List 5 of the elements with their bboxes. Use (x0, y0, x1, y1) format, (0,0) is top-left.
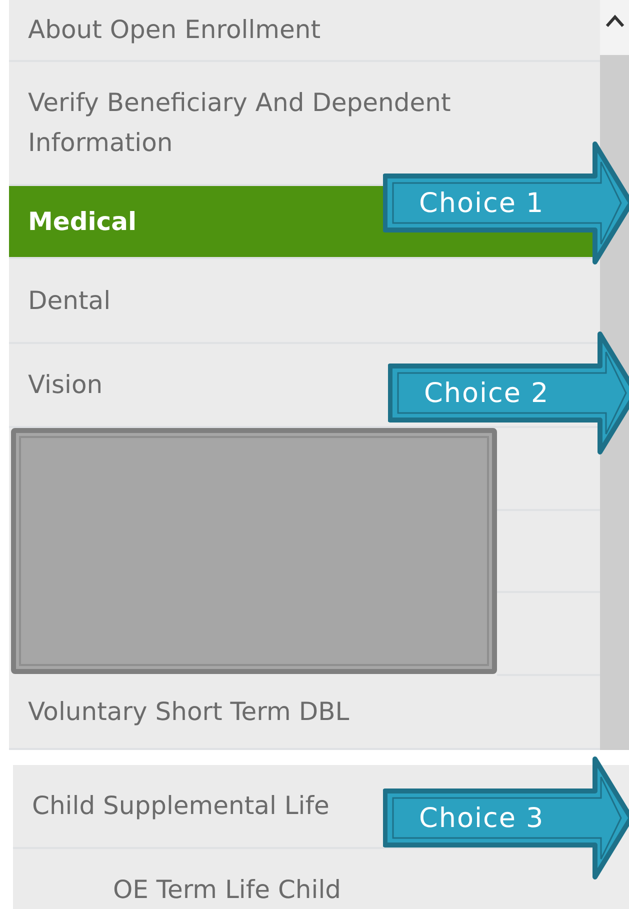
callout-arrow-tooltip: Choice 2 (388, 330, 629, 456)
scroll-up-button[interactable] (600, 0, 629, 55)
chevron-up-icon (604, 14, 624, 28)
callout-arrow-tooltip: Choice 3 (383, 755, 629, 881)
callout-arrow-tooltip: Choice 1 (383, 140, 629, 266)
